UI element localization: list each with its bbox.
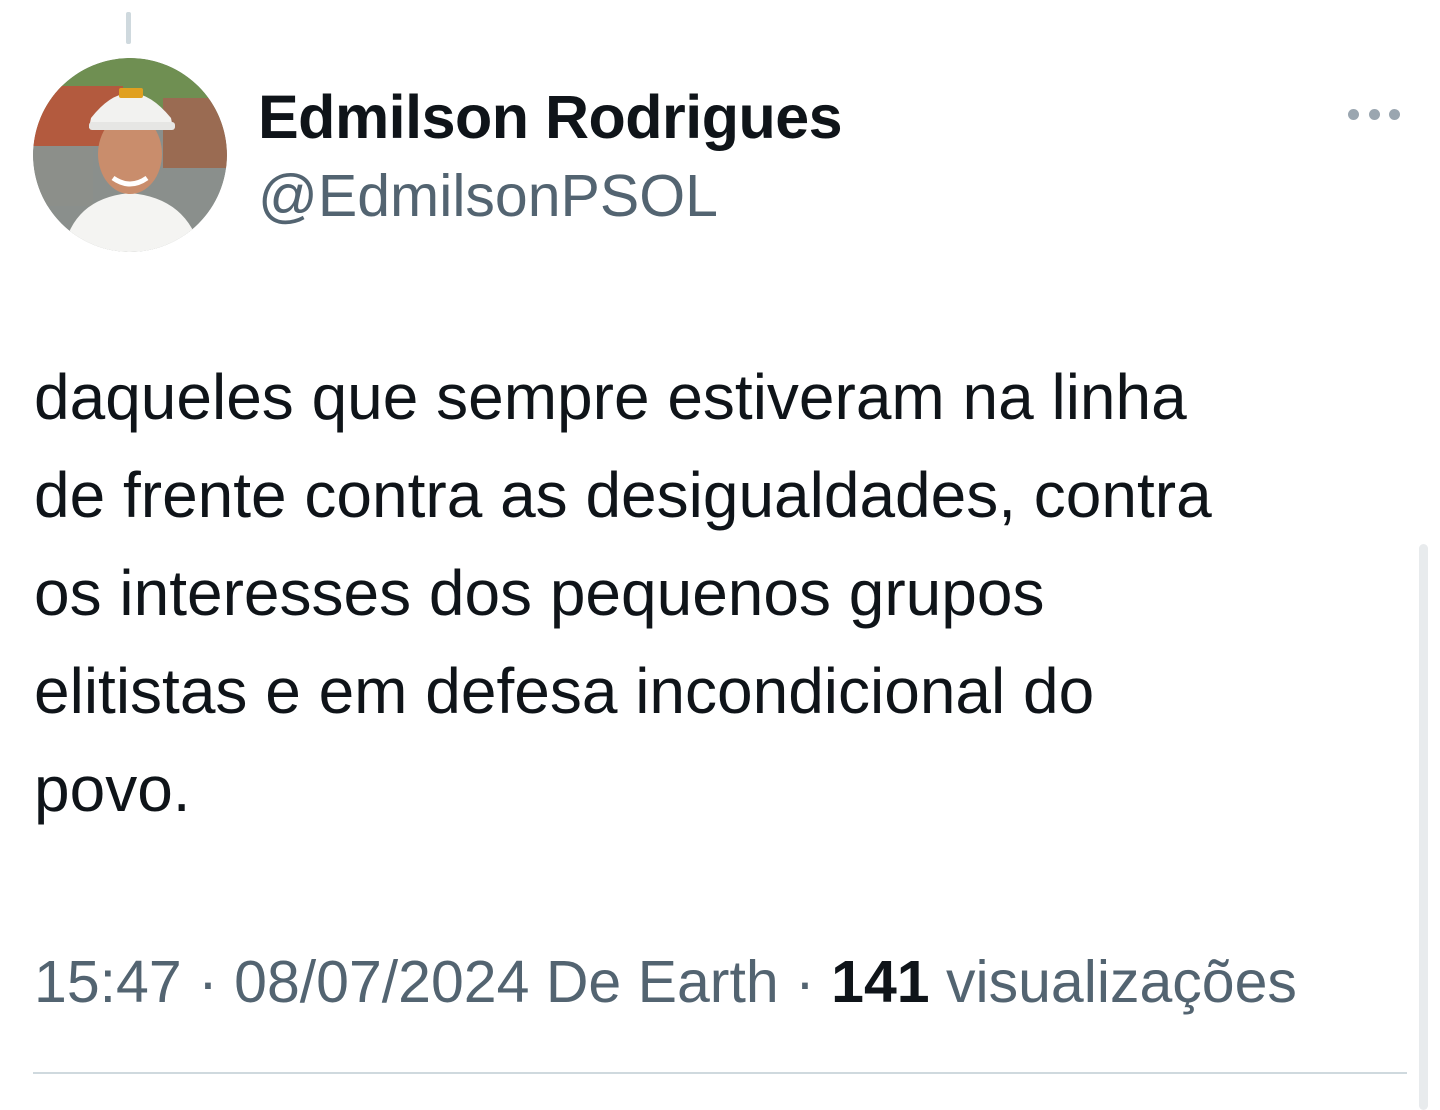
author-display-name[interactable]: Edmilson Rodrigues bbox=[258, 82, 843, 152]
tweet-text: daqueles que sempre estiveram na linha d… bbox=[34, 361, 1212, 825]
scrollbar[interactable] bbox=[1419, 544, 1428, 1110]
meta-separator: · bbox=[795, 949, 815, 1015]
tweet-source: De Earth bbox=[545, 949, 779, 1015]
avatar[interactable] bbox=[33, 58, 227, 252]
views-label[interactable]: visualizações bbox=[946, 949, 1297, 1015]
tweet-time[interactable]: 15:47 bbox=[34, 949, 182, 1015]
author-handle[interactable]: @EdmilsonPSOL bbox=[258, 162, 718, 230]
tweet-detail: Edmilson Rodrigues @EdmilsonPSOL daquele… bbox=[0, 0, 1440, 1110]
thread-connector-line bbox=[126, 12, 131, 44]
meta-separator: · bbox=[198, 949, 218, 1015]
views-count[interactable]: 141 bbox=[831, 949, 929, 1015]
more-options-button[interactable] bbox=[1344, 98, 1404, 130]
avatar-photo bbox=[33, 58, 227, 252]
more-horizontal-icon bbox=[1348, 108, 1359, 120]
divider bbox=[33, 1072, 1407, 1074]
tweet-date[interactable]: 08/07/2024 bbox=[234, 949, 529, 1015]
tweet-metadata: 15:47 · 08/07/2024 De Earth · 141 visual… bbox=[34, 948, 1297, 1016]
